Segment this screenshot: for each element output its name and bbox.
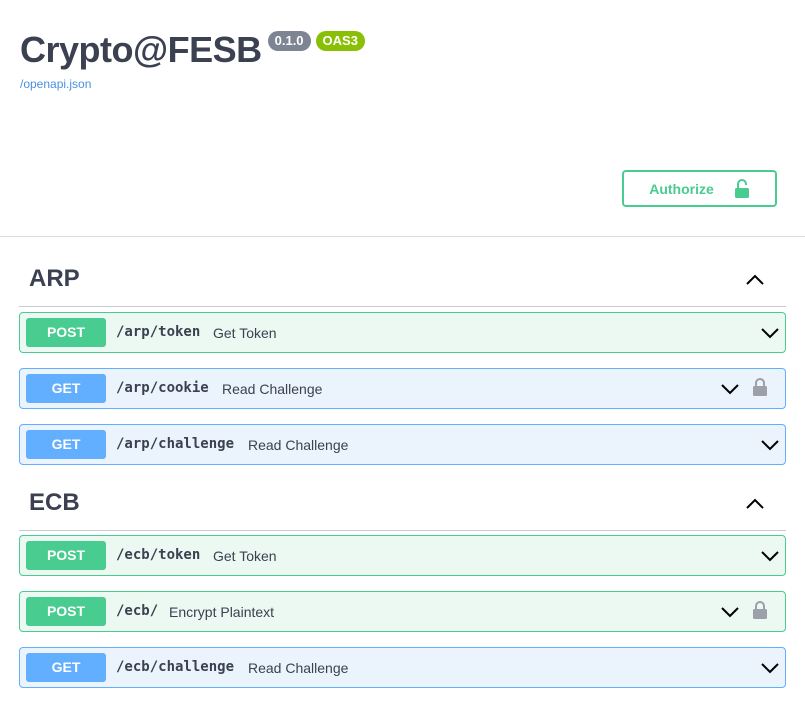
chevron-down-icon[interactable] [761, 550, 779, 562]
operation-summary: Read Challenge [248, 437, 349, 453]
method-badge: POST [26, 597, 106, 626]
operation-get-arp-cookie[interactable]: GET /arp/cookie Read Challenge [19, 368, 786, 409]
operation-post-ecb-encrypt[interactable]: POST /ecb/ Encrypt Plaintext [19, 591, 786, 632]
authorize-button[interactable]: Authorize [622, 170, 777, 207]
method-badge: GET [26, 374, 106, 403]
method-badge: POST [26, 318, 106, 347]
lock-icon[interactable] [752, 600, 768, 620]
tag-header-ecb[interactable]: ECB [19, 481, 786, 531]
chevron-down-icon[interactable] [721, 606, 739, 618]
operation-summary: Encrypt Plaintext [169, 604, 275, 620]
operation-path: /arp/challenge [116, 436, 235, 452]
operation-summary: Get Token [213, 325, 277, 341]
method-badge: GET [26, 430, 106, 459]
title-row: Crypto@FESB 0.1.0 OAS3 [20, 28, 365, 72]
version-badge: 0.1.0 [267, 31, 311, 51]
tag-name: ECB [29, 489, 80, 516]
chevron-up-icon[interactable] [746, 498, 764, 510]
api-info: Crypto@FESB 0.1.0 OAS3 /openapi.json [20, 28, 365, 91]
lock-icon[interactable] [752, 377, 768, 397]
chevron-down-icon[interactable] [721, 383, 739, 395]
operation-summary: Get Token [213, 548, 277, 564]
oas-badge: OAS3 [315, 31, 365, 51]
header-divider [0, 236, 805, 237]
chevron-down-icon[interactable] [761, 662, 779, 674]
tag-name: ARP [29, 265, 80, 292]
chevron-up-icon[interactable] [746, 274, 764, 286]
operation-post-arp-token[interactable]: POST /arp/token Get Token [19, 312, 786, 353]
operation-path: /arp/token [116, 324, 201, 340]
method-badge: GET [26, 653, 106, 682]
operation-path: /ecb/challenge [116, 659, 235, 675]
method-badge: POST [26, 541, 106, 570]
chevron-down-icon[interactable] [761, 327, 779, 339]
tag-header-arp[interactable]: ARP [19, 257, 786, 307]
openapi-spec-link[interactable]: /openapi.json [20, 77, 365, 91]
lock-open-icon [734, 178, 749, 198]
operation-get-arp-challenge[interactable]: GET /arp/challenge Read Challenge [19, 424, 786, 465]
operation-post-ecb-token[interactable]: POST /ecb/token Get Token [19, 535, 786, 576]
authorize-label: Authorize [649, 180, 714, 197]
operation-path: /arp/cookie [116, 380, 209, 396]
operation-summary: Read Challenge [222, 381, 323, 397]
operation-get-ecb-challenge[interactable]: GET /ecb/challenge Read Challenge [19, 647, 786, 688]
operation-path: /ecb/token [116, 547, 201, 563]
api-title: Crypto@FESB [20, 29, 262, 70]
operation-summary: Read Challenge [248, 660, 349, 676]
operation-path: /ecb/ [116, 603, 159, 619]
chevron-down-icon[interactable] [761, 439, 779, 451]
